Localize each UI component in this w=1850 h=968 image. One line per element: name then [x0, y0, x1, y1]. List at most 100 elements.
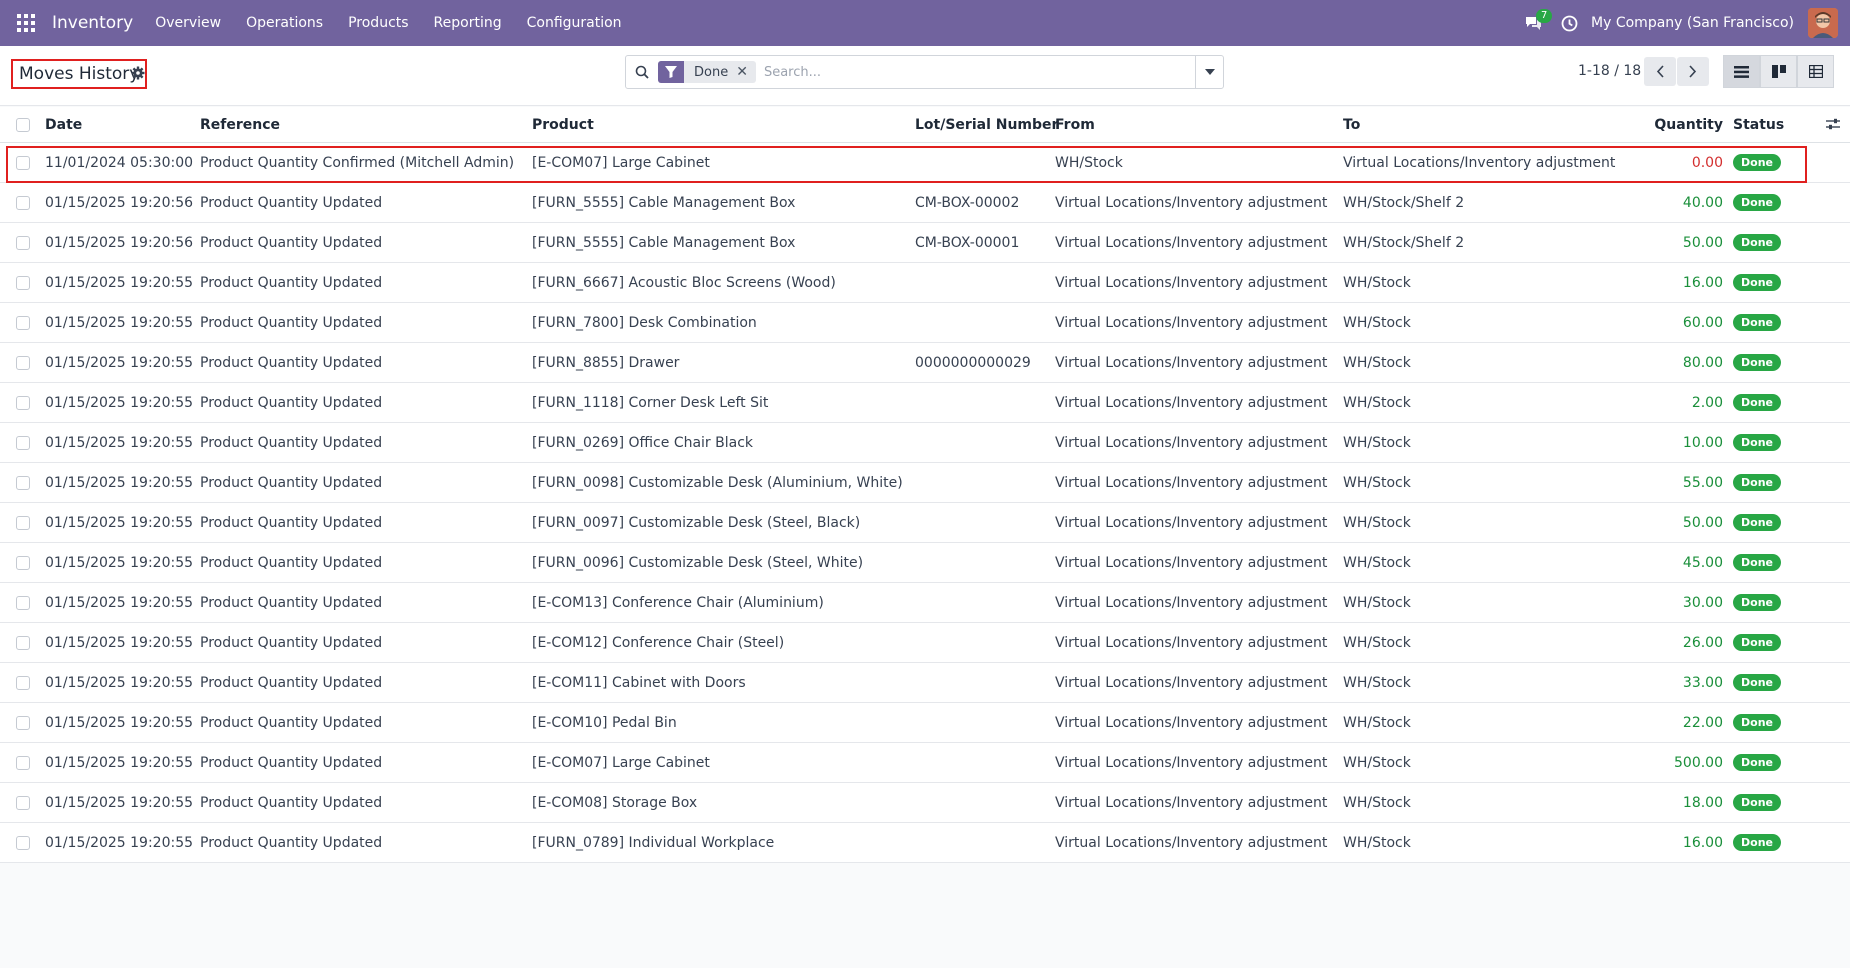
row-checkbox[interactable]	[16, 515, 30, 530]
list-view-button[interactable]	[1723, 55, 1760, 88]
table-row[interactable]: 01/15/2025 19:20:55 Product Quantity Upda…	[0, 543, 1850, 583]
row-checkbox[interactable]	[16, 235, 30, 250]
cell-date: 01/15/2025 19:20:55	[45, 354, 194, 371]
table-row[interactable]: 01/15/2025 19:20:55 Product Quantity Upda…	[0, 623, 1850, 663]
column-header-date[interactable]: Date	[45, 117, 82, 133]
chevron-right-icon	[1689, 65, 1697, 78]
chat-icon[interactable]: 7	[1515, 0, 1553, 46]
status-badge: Done	[1733, 514, 1781, 531]
menu-configuration[interactable]: Configuration	[527, 15, 622, 31]
column-header-status[interactable]: Status	[1733, 117, 1784, 133]
top-navbar: Inventory Overview Operations Products R…	[0, 0, 1850, 46]
cell-quantity: 500.00	[1674, 754, 1723, 771]
status-cell: Done	[1733, 594, 1781, 611]
sliders-icon[interactable]	[1826, 118, 1840, 134]
table-row[interactable]: 01/15/2025 19:20:55 Product Quantity Upda…	[0, 783, 1850, 823]
cell-product: [FURN_5555] Cable Management Box	[532, 234, 796, 251]
row-checkbox[interactable]	[16, 435, 30, 450]
cell-quantity: 10.00	[1682, 434, 1723, 451]
table-row[interactable]: 01/15/2025 19:20:55 Product Quantity Upda…	[0, 463, 1850, 503]
row-checkbox[interactable]	[16, 755, 30, 770]
app-name[interactable]: Inventory	[52, 13, 133, 33]
menu-overview[interactable]: Overview	[155, 15, 221, 31]
row-checkbox[interactable]	[16, 355, 30, 370]
column-header-to[interactable]: To	[1343, 117, 1360, 133]
status-badge: Done	[1733, 714, 1781, 731]
kanban-view-button[interactable]	[1760, 55, 1797, 88]
row-checkbox[interactable]	[16, 195, 30, 210]
pager-value[interactable]: 1-18 / 18	[1578, 63, 1641, 79]
table-row[interactable]: 01/15/2025 19:20:55 Product Quantity Upda…	[0, 823, 1850, 863]
status-badge: Done	[1733, 474, 1781, 491]
table-row[interactable]: 01/15/2025 19:20:55 Product Quantity Upda…	[0, 503, 1850, 543]
cell-quantity: 0.00	[1691, 154, 1723, 171]
status-cell: Done	[1733, 194, 1781, 211]
status-cell: Done	[1733, 394, 1781, 411]
table-row[interactable]: 01/15/2025 19:20:55 Product Quantity Upda…	[0, 423, 1850, 463]
table-row[interactable]: 01/15/2025 19:20:55 Product Quantity Upda…	[0, 663, 1850, 703]
cell-to: WH/Stock	[1343, 274, 1411, 291]
table-row[interactable]: 01/15/2025 19:20:55 Product Quantity Upda…	[0, 383, 1850, 423]
column-header-quantity[interactable]: Quantity	[1654, 117, 1723, 133]
page-title-box: Moves History	[11, 59, 148, 89]
row-checkbox[interactable]	[16, 395, 30, 410]
cell-product: [E-COM10] Pedal Bin	[532, 714, 677, 731]
status-badge: Done	[1733, 674, 1781, 691]
menu-reporting[interactable]: Reporting	[434, 15, 502, 31]
cell-reference: Product Quantity Updated	[200, 274, 383, 291]
row-checkbox[interactable]	[16, 715, 30, 730]
pager-next-button[interactable]	[1677, 57, 1709, 86]
company-switcher[interactable]: My Company (San Francisco)	[1591, 15, 1794, 31]
table-row[interactable]: 01/15/2025 19:20:55 Product Quantity Upda…	[0, 703, 1850, 743]
close-icon[interactable]: ✕	[736, 64, 756, 80]
pager-previous-button[interactable]	[1644, 57, 1676, 86]
table-row[interactable]: 01/15/2025 19:20:55 Product Quantity Upda…	[0, 263, 1850, 303]
search-input[interactable]	[763, 57, 1195, 87]
table-row[interactable]: 01/15/2025 19:20:56 Product Quantity Upda…	[0, 183, 1850, 223]
table-row[interactable]: 01/15/2025 19:20:55 Product Quantity Upda…	[0, 303, 1850, 343]
cell-quantity: 30.00	[1682, 594, 1723, 611]
status-cell: Done	[1733, 834, 1781, 851]
row-checkbox[interactable]	[16, 835, 30, 850]
row-checkbox[interactable]	[16, 675, 30, 690]
cell-date: 01/15/2025 19:20:55	[45, 514, 194, 531]
menu-products[interactable]: Products	[348, 15, 408, 31]
page-title[interactable]: Moves History	[19, 64, 139, 84]
row-checkbox[interactable]	[16, 795, 30, 810]
column-header-lot[interactable]: Lot/Serial Number	[915, 117, 1058, 133]
status-badge: Done	[1733, 314, 1781, 331]
status-badge: Done	[1733, 594, 1781, 611]
search-options-toggle[interactable]	[1195, 56, 1223, 88]
apps-grid-icon[interactable]	[0, 0, 52, 46]
row-checkbox[interactable]	[16, 155, 30, 170]
row-checkbox[interactable]	[16, 315, 30, 330]
table-row[interactable]: 11/01/2024 05:30:00 Product Quantity Conf…	[0, 143, 1850, 183]
gear-icon[interactable]	[131, 65, 145, 80]
cell-date: 01/15/2025 19:20:56	[45, 194, 194, 211]
table-row[interactable]: 01/15/2025 19:20:55 Product Quantity Upda…	[0, 743, 1850, 783]
pivot-view-button[interactable]	[1797, 55, 1834, 88]
row-checkbox[interactable]	[16, 475, 30, 490]
row-checkbox[interactable]	[16, 635, 30, 650]
menu-operations[interactable]: Operations	[246, 15, 323, 31]
kanban-view-icon	[1771, 65, 1786, 78]
row-checkbox[interactable]	[16, 595, 30, 610]
table-row[interactable]: 01/15/2025 19:20:56 Product Quantity Upda…	[0, 223, 1850, 263]
column-header-from[interactable]: From	[1055, 117, 1095, 133]
search-icon[interactable]	[626, 65, 658, 79]
avatar[interactable]	[1808, 8, 1838, 38]
status-cell: Done	[1733, 554, 1781, 571]
column-header-product[interactable]: Product	[532, 117, 594, 133]
table-row[interactable]: 01/15/2025 19:20:55 Product Quantity Upda…	[0, 583, 1850, 623]
row-checkbox[interactable]	[16, 555, 30, 570]
cell-from: Virtual Locations/Inventory adjustment	[1055, 514, 1328, 531]
cell-date: 01/15/2025 19:20:55	[45, 554, 194, 571]
cell-reference: Product Quantity Updated	[200, 514, 383, 531]
table-row[interactable]: 01/15/2025 19:20:55 Product Quantity Upda…	[0, 343, 1850, 383]
clock-icon[interactable]	[1551, 0, 1587, 46]
column-header-reference[interactable]: Reference	[200, 117, 280, 133]
cell-date: 01/15/2025 19:20:55	[45, 714, 194, 731]
row-checkbox[interactable]	[16, 275, 30, 290]
cell-to: WH/Stock	[1343, 634, 1411, 651]
select-all-checkbox[interactable]	[16, 117, 30, 132]
